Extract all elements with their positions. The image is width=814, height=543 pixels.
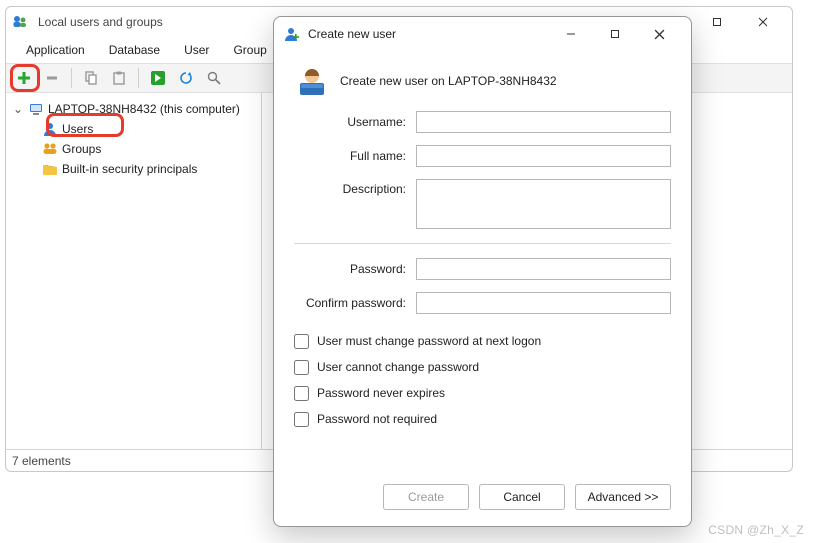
tree-item-groups[interactable]: Groups (42, 139, 259, 159)
toolbar-separator (138, 68, 139, 88)
tree-pane[interactable]: ⌄ LAPTOP-38NH8432 (this computer) Users (6, 93, 262, 449)
create-button[interactable]: Create (383, 484, 469, 510)
tree-users-label: Users (62, 122, 93, 136)
checkbox-not-required-label: Password not required (317, 412, 437, 426)
tree-root[interactable]: ⌄ LAPTOP-38NH8432 (this computer) (8, 99, 259, 119)
search-button[interactable] (202, 66, 226, 90)
checkbox-not-required[interactable] (294, 412, 309, 427)
chevron-down-icon[interactable]: ⌄ (12, 102, 24, 116)
group-icon (42, 141, 58, 157)
status-text: 7 elements (12, 454, 71, 468)
label-confirm: Confirm password: (294, 296, 406, 310)
check-cannot-change[interactable]: User cannot change password (294, 354, 671, 380)
checkbox-must-change[interactable] (294, 334, 309, 349)
user-icon (42, 121, 58, 137)
dialog-title: Create new user (308, 27, 541, 41)
users-groups-app-icon (12, 14, 28, 30)
dialog-close-button[interactable] (637, 19, 681, 49)
tree-groups-label: Groups (62, 142, 101, 156)
go-button[interactable] (146, 66, 170, 90)
menu-group[interactable]: Group (221, 39, 278, 61)
menu-user[interactable]: User (172, 39, 221, 61)
checkbox-never-expires[interactable] (294, 386, 309, 401)
user-large-icon (296, 65, 328, 97)
cancel-button[interactable]: Cancel (479, 484, 565, 510)
menu-database[interactable]: Database (97, 39, 172, 61)
dialog-titlebar: Create new user (274, 17, 691, 51)
dialog-header-text: Create new user on LAPTOP-38NH8432 (340, 74, 557, 88)
tree-children: Users Groups Built-in security principal… (8, 119, 259, 179)
toolbar-separator (71, 68, 72, 88)
user-add-icon (284, 26, 300, 42)
dialog-separator (294, 243, 671, 244)
password-input[interactable] (416, 258, 671, 280)
tree-builtin-label: Built-in security principals (62, 162, 197, 176)
tree-item-users[interactable]: Users (42, 119, 259, 139)
check-must-change[interactable]: User must change password at next logon (294, 328, 671, 354)
folder-icon (42, 161, 58, 177)
paste-button[interactable] (107, 66, 131, 90)
dialog-window-buttons (549, 19, 681, 49)
maximize-button[interactable] (694, 7, 740, 37)
checkbox-must-change-label: User must change password at next logon (317, 334, 541, 348)
form-grid-identity: Username: Full name: Description: (294, 111, 671, 229)
create-user-dialog: Create new user Create new user on LAPTO… (273, 16, 692, 527)
checkbox-never-expires-label: Password never expires (317, 386, 445, 400)
computer-icon (28, 101, 44, 117)
confirm-password-input[interactable] (416, 292, 671, 314)
username-input[interactable] (416, 111, 671, 133)
add-button[interactable] (12, 66, 36, 90)
menu-application[interactable]: Application (14, 39, 97, 61)
dialog-minimize-button[interactable] (549, 19, 593, 49)
label-password: Password: (294, 262, 406, 276)
label-fullname: Full name: (294, 149, 406, 163)
dialog-header: Create new user on LAPTOP-38NH8432 (294, 59, 671, 111)
form-grid-password: Password: Confirm password: (294, 258, 671, 314)
dialog-maximize-button[interactable] (593, 19, 637, 49)
tree-root-label: LAPTOP-38NH8432 (this computer) (48, 102, 240, 116)
copy-button[interactable] (79, 66, 103, 90)
check-not-required[interactable]: Password not required (294, 406, 671, 432)
close-button[interactable] (740, 7, 786, 37)
checkbox-cannot-change-label: User cannot change password (317, 360, 479, 374)
fullname-input[interactable] (416, 145, 671, 167)
check-never-expires[interactable]: Password never expires (294, 380, 671, 406)
checkbox-cannot-change[interactable] (294, 360, 309, 375)
tree-item-builtin[interactable]: Built-in security principals (42, 159, 259, 179)
label-description: Description: (294, 179, 406, 196)
label-username: Username: (294, 115, 406, 129)
dialog-footer: Create Cancel Advanced >> (274, 474, 691, 526)
watermark: CSDN @Zh_X_Z (708, 523, 804, 537)
description-input[interactable] (416, 179, 671, 229)
refresh-button[interactable] (174, 66, 198, 90)
dialog-body: Create new user on LAPTOP-38NH8432 Usern… (274, 51, 691, 474)
remove-button[interactable] (40, 66, 64, 90)
advanced-button[interactable]: Advanced >> (575, 484, 671, 510)
